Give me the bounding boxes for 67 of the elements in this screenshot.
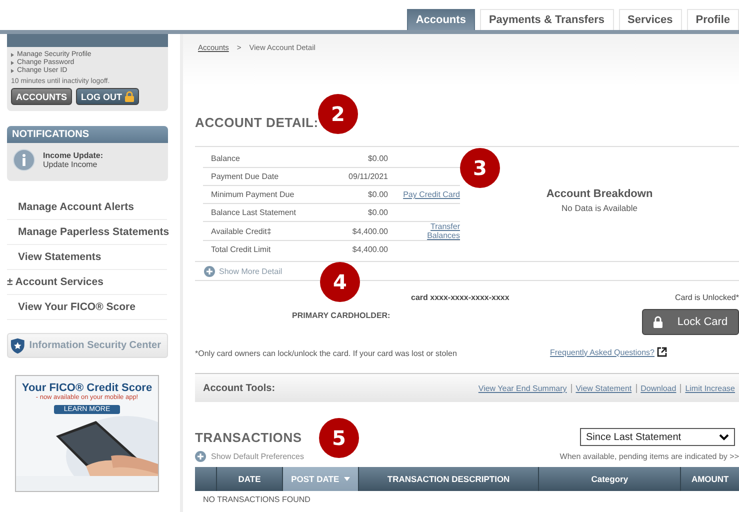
panel-title: NOTIFICATIONS xyxy=(7,126,168,143)
show-more-link[interactable]: Show More Detail xyxy=(219,266,282,276)
detail-label: Balance Last Statement xyxy=(203,204,326,222)
nav-tab[interactable]: Accounts xyxy=(406,9,475,30)
nav-tab[interactable]: Profile xyxy=(686,9,739,30)
shield-icon xyxy=(10,338,26,354)
chevron-icon xyxy=(719,434,729,440)
callout-number: 3 xyxy=(460,148,500,188)
cardholder-label: PRIMARY CARDHOLDER: xyxy=(292,311,390,320)
lock-disclaimer: *Only card owners can lock/unlock the card. If your card was lost or stolen xyxy=(195,349,457,358)
callout-number: 4 xyxy=(320,262,360,302)
tool-link[interactable]: View Year End Summary xyxy=(478,384,567,392)
breakdown-message: No Data is Available xyxy=(562,203,638,213)
section-title: TRANSACTIONS xyxy=(195,430,302,444)
period-dropdown[interactable]: Since Last Statement xyxy=(580,428,735,446)
detail-value: $4,400.00 xyxy=(325,222,388,240)
external-link-icon xyxy=(656,347,667,357)
column-header[interactable]: TRANSACTION DESCRIPTION xyxy=(358,467,538,491)
detail-value: $0.00 xyxy=(325,150,388,168)
detail-label: Balance xyxy=(203,150,326,168)
sort-icon xyxy=(344,477,350,481)
logout-button[interactable]: LOG OUT xyxy=(76,88,139,105)
bullet-icon xyxy=(11,53,14,57)
detail-link[interactable]: Transfer Balances xyxy=(398,222,460,240)
pending-note: When available, pending items are indicated by >> xyxy=(560,452,739,461)
bullet-icon xyxy=(11,69,14,73)
promo-title: Your FICO® Credit Score xyxy=(22,382,152,394)
sidebar-link[interactable]: Manage Paperless Statements xyxy=(7,220,167,245)
sidebar-link[interactable]: Manage Account Alerts xyxy=(7,195,167,220)
column-header[interactable]: AMOUNT xyxy=(680,467,739,491)
sidebar-link[interactable]: View Your FICO® Score xyxy=(7,295,167,320)
bullet-icon xyxy=(11,61,14,65)
callout-number: 5 xyxy=(319,418,359,458)
detail-value: $0.00 xyxy=(325,186,388,204)
notification-text[interactable]: Income Update: Update Income xyxy=(43,151,104,169)
callout-number: 2 xyxy=(318,94,358,134)
detail-label: Total Credit Limit xyxy=(203,240,326,258)
tool-link[interactable]: View Statement xyxy=(570,384,632,392)
detail-value: $0.00 xyxy=(325,204,388,222)
info-icon xyxy=(13,149,35,171)
detail-value: 09/11/2021 xyxy=(325,168,388,186)
sidebar-link[interactable]: ± Account Services xyxy=(7,270,167,295)
sidebar-link[interactable]: View Statements xyxy=(7,245,167,270)
detail-label: Available Credit‡ xyxy=(203,222,326,240)
detail-label: Minimum Payment Due xyxy=(203,186,326,204)
breakdown-title: Account Breakdown xyxy=(546,188,653,200)
tool-link[interactable]: Download xyxy=(636,384,676,392)
detail-label: Payment Due Date xyxy=(203,168,326,186)
nav-tab[interactable]: Payments & Transfers xyxy=(480,9,614,30)
card-number: card xxxx-xxxx-xxxx-xxxx xyxy=(411,293,510,302)
show-defaults-link[interactable]: Show Default Preferences xyxy=(211,452,304,461)
tool-link[interactable]: Limit Increase xyxy=(680,384,735,392)
accounts-button[interactable]: ACCOUNTS xyxy=(11,88,72,105)
section-title: ACCOUNT DETAIL: xyxy=(195,114,318,130)
nav-tab[interactable]: Services xyxy=(618,9,682,30)
lock-card-button[interactable]: Lock Card xyxy=(642,309,739,335)
padlock-icon xyxy=(653,316,664,328)
detail-value: $4,400.00 xyxy=(325,240,388,258)
padlock-icon xyxy=(125,91,134,102)
tools-title: Account Tools: xyxy=(203,382,276,394)
plus-icon xyxy=(204,266,215,276)
empty-message: NO TRANSACTIONS FOUND xyxy=(202,494,312,506)
faq-link[interactable]: Frequently Asked Questions? xyxy=(550,348,655,356)
detail-link[interactable]: Pay Credit Card xyxy=(403,190,460,199)
plus-icon xyxy=(195,451,206,462)
column-header[interactable]: Category xyxy=(538,467,680,491)
card-status: Card is Unlocked* xyxy=(674,293,739,302)
